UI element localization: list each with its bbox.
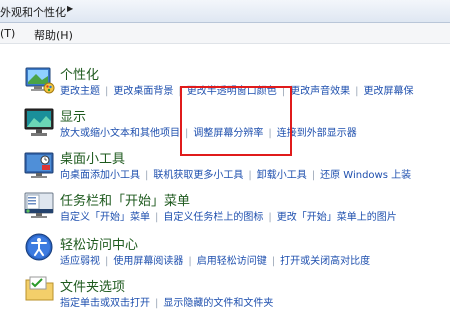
menu-help[interactable]: 帮助(H): [34, 27, 73, 43]
menu-tools[interactable]: (T): [0, 27, 15, 40]
link-separator: |: [271, 256, 276, 267]
link-high-contrast[interactable]: 打开或关闭高对比度: [280, 256, 370, 267]
link-low-vision[interactable]: 适应弱视: [60, 256, 100, 267]
link-customize-taskbar-icons[interactable]: 自定义任务栏上的图标: [163, 212, 263, 223]
breadcrumb-appearance[interactable]: 外观和个性化: [0, 4, 66, 20]
menu-bar: (T) 帮助(H): [0, 23, 450, 44]
link-customize-start-menu[interactable]: 自定义「开始」菜单: [60, 212, 150, 223]
personalization-icon[interactable]: [22, 64, 58, 98]
link-separator: |: [105, 86, 109, 97]
link-separator: |: [145, 170, 149, 181]
display-icon[interactable]: [22, 106, 58, 140]
link-separator: |: [268, 212, 272, 223]
breadcrumb-arrow-icon[interactable]: ▶: [67, 4, 73, 13]
category-title-ease-of-access[interactable]: 轻松访问中心: [60, 234, 138, 253]
link-change-sounds[interactable]: 更改声音效果: [290, 86, 350, 97]
category-title-desktop-gadgets[interactable]: 桌面小工具: [60, 148, 125, 167]
address-bar: 外观和个性化 ▶: [0, 0, 450, 23]
gadgets-icon[interactable]: [22, 150, 58, 184]
link-get-more-gadgets-online[interactable]: 联机获取更多小工具: [153, 170, 243, 181]
category-title-display[interactable]: 显示: [60, 106, 86, 125]
red-highlight-box: [180, 86, 292, 156]
link-separator: |: [155, 212, 159, 223]
link-separator: |: [188, 256, 192, 267]
link-separator: |: [355, 86, 359, 97]
link-change-theme[interactable]: 更改主题: [60, 86, 100, 97]
ease-of-access-icon[interactable]: [22, 232, 58, 266]
link-separator: |: [248, 170, 252, 181]
taskbar-icon[interactable]: [22, 190, 58, 224]
link-uninstall-gadget[interactable]: 卸载小工具: [257, 170, 307, 181]
link-change-screen-saver[interactable]: 更改屏幕保: [364, 86, 414, 97]
link-separator: |: [105, 256, 109, 267]
link-separator: |: [311, 170, 316, 181]
category-title-taskbar-start-menu[interactable]: 任务栏和「开始」菜单: [60, 190, 190, 209]
link-change-desktop-background[interactable]: 更改桌面背景: [113, 86, 173, 97]
folder-options-icon[interactable]: [22, 274, 58, 308]
link-screen-reader[interactable]: 使用屏幕阅读器: [113, 256, 183, 267]
link-enable-ease-keys[interactable]: 启用轻松访问键: [197, 256, 267, 267]
category-title-personalization[interactable]: 个性化: [60, 64, 99, 83]
category-title-folder-options[interactable]: 文件夹选项: [60, 276, 125, 295]
link-restore-gadgets[interactable]: 还原 Windows 上装: [320, 170, 411, 181]
link-add-gadgets[interactable]: 向桌面添加小工具: [60, 170, 140, 181]
link-text-size[interactable]: 放大或缩小文本和其他项目: [60, 128, 180, 139]
link-change-start-menu-picture[interactable]: 更改「开始」菜单上的图片: [277, 212, 397, 223]
